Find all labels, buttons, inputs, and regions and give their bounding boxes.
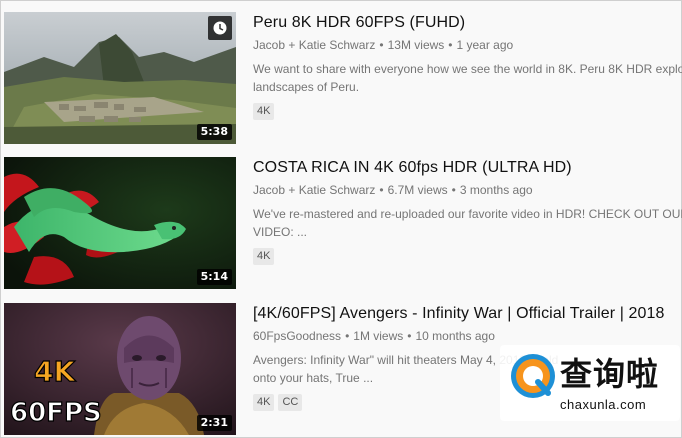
video-result: 5:38 Peru 8K HDR 60FPS (FUHD) Jacob + Ka… bbox=[0, 8, 682, 146]
channel-name[interactable]: Jacob + Katie Schwarz bbox=[253, 183, 375, 197]
badge-4k: 4K bbox=[253, 248, 275, 265]
video-meta: Jacob + Katie Schwarz • 6.7M views • 3 month… bbox=[253, 183, 533, 197]
channel-name[interactable]: Jacob + Katie Schwarz bbox=[253, 38, 375, 52]
view-count: 1M views bbox=[353, 329, 404, 343]
watermark-url: chaxunla.com bbox=[560, 397, 647, 412]
badge-4k: 4K bbox=[253, 103, 275, 120]
video-thumbnail[interactable]: 4K 60FPS 2:31 bbox=[4, 303, 236, 435]
video-badges: 4K bbox=[253, 101, 278, 120]
thumbnail-text-60fps: 60FPS bbox=[10, 398, 102, 428]
video-title[interactable]: Peru 8K HDR 60FPS (FUHD) bbox=[253, 14, 465, 32]
meta-separator: • bbox=[451, 183, 456, 197]
meta-separator: • bbox=[345, 329, 350, 343]
video-duration: 2:31 bbox=[196, 415, 232, 431]
site-watermark: 查询啦 chaxunla.com bbox=[500, 345, 680, 421]
video-thumbnail[interactable]: 5:38 bbox=[4, 12, 236, 144]
watermark-brand: 查询啦 bbox=[560, 355, 660, 393]
video-info: COSTA RICA IN 4K 60fps HDR (ULTRA HD) Ja… bbox=[253, 153, 682, 291]
meta-separator: • bbox=[379, 38, 384, 52]
video-meta: 60FpsGoodness • 1M views • 10 months ago bbox=[253, 329, 495, 343]
video-info: Peru 8K HDR 60FPS (FUHD) Jacob + Katie S… bbox=[253, 8, 682, 146]
video-title[interactable]: COSTA RICA IN 4K 60fps HDR (ULTRA HD) bbox=[253, 159, 572, 177]
video-description: We've re-mastered and re-uploaded our fa… bbox=[253, 205, 682, 241]
meta-separator: • bbox=[448, 38, 453, 52]
channel-name[interactable]: 60FpsGoodness bbox=[253, 329, 341, 343]
video-description: We want to share with everyone how we se… bbox=[253, 60, 682, 96]
watch-later-button[interactable] bbox=[208, 16, 232, 40]
badge-4k: 4K bbox=[253, 394, 275, 411]
video-badges: 4K bbox=[253, 246, 278, 265]
video-meta: Jacob + Katie Schwarz • 13M views • 1 year a… bbox=[253, 38, 513, 52]
video-duration: 5:14 bbox=[196, 269, 232, 285]
search-magnifier-logo-icon bbox=[511, 354, 555, 398]
badge-cc: CC bbox=[278, 394, 303, 411]
video-thumbnail[interactable]: 5:14 bbox=[4, 157, 236, 289]
description-line: We want to share with everyone how we se… bbox=[253, 62, 682, 76]
meta-separator: • bbox=[407, 329, 412, 343]
thumbnail-text-4k: 4K bbox=[34, 355, 76, 388]
video-title[interactable]: [4K/60FPS] Avengers - Infinity War | Off… bbox=[253, 305, 665, 323]
description-line: landscapes of Peru. bbox=[253, 80, 360, 94]
view-count: 6.7M views bbox=[387, 183, 448, 197]
upload-age: 10 months ago bbox=[415, 329, 495, 343]
video-duration: 5:38 bbox=[196, 124, 232, 140]
description-line: VIDEO: ... bbox=[253, 225, 308, 239]
video-result: 5:14 COSTA RICA IN 4K 60fps HDR (ULTRA H… bbox=[0, 153, 682, 291]
upload-age: 1 year ago bbox=[456, 38, 514, 52]
description-line: We've re-mastered and re-uploaded our fa… bbox=[253, 207, 682, 221]
clock-icon bbox=[213, 21, 227, 35]
upload-age: 3 months ago bbox=[459, 183, 533, 197]
meta-separator: • bbox=[379, 183, 384, 197]
view-count: 13M views bbox=[387, 38, 445, 52]
video-badges: 4K CC bbox=[253, 392, 306, 411]
